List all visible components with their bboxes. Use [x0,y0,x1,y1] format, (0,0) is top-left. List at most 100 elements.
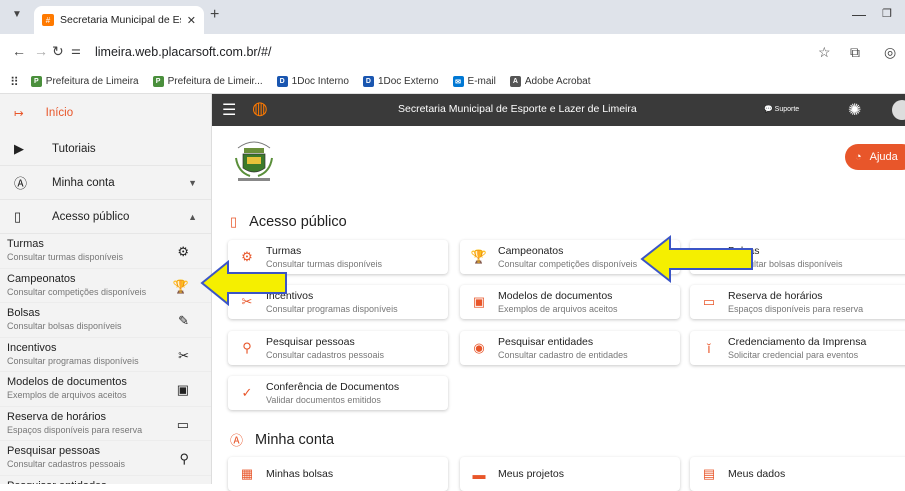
sidebar-item-campeonatos[interactable]: Campeonatos Consultar competições disponí… [0,269,211,303]
bookmark-star-icon[interactable]: ☆ [818,44,831,61]
card-subtitle: Validar documentos emitidos [266,395,381,405]
back-icon[interactable]: ← [12,43,26,59]
sidebar-item-pesquisar-pessoas[interactable]: Pesquisar pessoas Consultar cadastros pes… [0,441,211,476]
card-icon: ▣ [472,294,486,309]
card-title: Meus dados [728,468,786,480]
card-title: Reserva de horários [728,290,823,302]
address-bar[interactable]: limeira.web.placarsoft.com.br/#/ [95,45,271,59]
sidebar-item-icon: ✂ [178,347,189,363]
bookmark-favicon-icon: P [152,76,164,87]
card-subtitle: Solicitar credencial para eventos [728,350,859,360]
sidebar-item-title: Incentivos [7,341,57,354]
card-meus-dados[interactable]: ▤ Meus dados [690,457,905,491]
sidebar-item-turmas[interactable]: Turmas Consultar turmas disponíveis ⚙ [0,234,211,269]
card-credenciamento-da-imprensa[interactable]: ǐ Credenciamento da Imprensa Solicitar cre… [690,331,905,365]
bookmark-item[interactable]: P Prefeitura de Limeira [30,76,139,87]
menu-icon[interactable]: ☰ [222,100,236,120]
bookmark-item[interactable]: A Adobe Acrobat [509,76,591,87]
sidebar-item-tutorials[interactable]: ▶ Tutoriais [0,132,211,166]
card-icon: ▦ [240,466,254,481]
card-title: Meus projetos [498,468,564,480]
browser-tab[interactable]: # Secretaria Municipal de Esporte ✕ [34,6,204,34]
sidebar-home-label: Início [45,107,74,119]
minimize-window-icon[interactable]: — [852,6,866,22]
site-info-icon[interactable]: ⚌ [71,44,81,57]
sidebar-item-home[interactable]: ↦ Início [0,94,211,132]
card-title: Pesquisar pessoas [266,336,355,348]
sidebar-item-reserva-de-hor-rios[interactable]: Reserva de horários Espaços disponíveis p… [0,407,211,441]
help-button[interactable]: ◔ Ajuda [845,144,905,170]
card-subtitle: Exemplos de arquivos aceitos [498,304,618,314]
apps-grid-icon[interactable]: ⠿ [10,75,19,89]
bookmark-item[interactable]: D 1Doc Externo [362,76,439,87]
profile-icon[interactable]: ◎ [884,44,896,61]
tab-search-menu-icon[interactable]: ▼ [12,9,22,20]
theme-toggle-icon[interactable]: ✺ [848,100,861,120]
bookmark-favicon-icon: P [30,76,42,87]
card-subtitle: Espaços disponíveis para reserva [728,304,864,314]
card-subtitle: Consultar competições disponíveis [498,259,638,269]
sidebar-item-title: Modelos de documentos [7,376,127,388]
card-minhas-bolsas[interactable]: ▦ Minhas bolsas [228,457,448,491]
card-pesquisar-pessoas[interactable]: ⚲ Pesquisar pessoas Consultar cadastros pe… [228,331,448,365]
sidebar-item-title: Pesquisar entidades [7,480,197,485]
section-title-public-access: ▯ Acesso público [230,214,347,230]
sidebar-item-subtitle: Consultar bolsas disponíveis [7,321,122,331]
card-title: Minhas bolsas [266,468,334,480]
sidebar-item-subtitle: Consultar competições disponíveis [7,286,147,297]
sidebar-item-incentivos[interactable]: Incentivos Consultar programas disponívei… [0,338,211,372]
sidebar-item-icon: ▭ [176,416,189,432]
placarsoft-logo-icon[interactable]: ◍ [252,98,268,119]
card-modelos-de-documentos[interactable]: ▣ Modelos de documentos Exemplos de arquiv… [460,285,680,319]
sidebar-item-my-account[interactable]: Ⓐ Minha conta ▼ [0,166,211,200]
door-icon: ▯ [14,208,22,224]
sidebar-item-title: Pesquisar pessoas [7,445,100,457]
card-pesquisar-entidades[interactable]: ◉ Pesquisar entidades Consultar cadastro d… [460,331,680,365]
sidebar-item-modelos-de-documentos[interactable]: Modelos de documentos Exemplos de arquivo… [0,372,211,407]
card-title: Credenciamento da Imprensa [728,336,867,348]
card-subtitle: Consultar cadastro de entidades [498,350,628,360]
support-button[interactable]: 💬 Suporte [764,105,799,113]
app-title: Secretaria Municipal de Esporte e Lazer … [398,103,637,115]
bookmark-label: 1Doc Interno [291,76,349,87]
bookmark-item[interactable]: ✉ E-mail [452,76,496,87]
restore-window-icon[interactable]: ❐ [882,7,892,20]
bookmark-label: E-mail [467,76,496,87]
card-title: Conferência de Documentos [266,381,400,393]
sidebar-item-subtitle: Consultar turmas disponíveis [7,252,124,262]
card-icon: ▭ [702,294,716,309]
forward-icon[interactable]: → [34,43,48,59]
extensions-icon[interactable]: ⧉ [850,44,860,61]
new-tab-icon[interactable]: + [210,6,219,24]
bookmark-label: Adobe Acrobat [524,76,591,87]
card-title: Modelos de documentos [498,290,613,302]
sidebar-section-label: Tutoriais [52,142,96,155]
sidebar-item-subtitle: Exemplos de arquivos aceitos [7,390,127,400]
youtube-icon: ▶ [14,140,24,156]
sidebar-item-icon: 🏆 [172,278,189,294]
card-icon: ◉ [473,340,485,355]
card-icon: ⚲ [242,340,252,355]
sidebar-item-subtitle: Consultar programas disponíveis [7,355,139,366]
bookmark-item[interactable]: D 1Doc Interno [276,76,349,87]
close-tab-icon[interactable]: ✕ [187,14,196,27]
card-meus-projetos[interactable]: ▬ Meus projetos [460,457,680,491]
card-title: Pesquisar entidades [498,336,594,348]
bookmark-label: 1Doc Externo [377,76,439,87]
sidebar-item-pesquisar-entidades[interactable]: Pesquisar entidades◆ [0,476,211,485]
card-reserva-de-hor-rios[interactable]: ▭ Reserva de horários Espaços disponíveis … [690,285,905,319]
sidebar-item-icon: ⚙ [177,244,189,259]
card-confer-ncia-de-documentos[interactable]: ✓ Conferência de Documentos Validar docume… [228,376,448,410]
avatar[interactable] [892,100,905,120]
sidebar-item-bolsas[interactable]: Bolsas Consultar bolsas disponíveis ✎ [0,303,211,338]
door-icon: ▯ [230,214,238,229]
reload-icon[interactable]: ↻ [52,43,64,60]
bookmark-item[interactable]: P Prefeitura de Limeir... [152,76,263,87]
sidebar-section-label: Acesso público [52,210,130,223]
account-icon: Ⓐ [14,176,28,191]
sidebar-item-icon: ▣ [176,382,189,397]
bookmark-favicon-icon: D [276,76,288,87]
help-label: Ajuda [869,151,898,163]
sidebar-item-public-access[interactable]: ▯ Acesso público ▲ [0,200,211,234]
section-title-text: Acesso público [249,214,347,230]
